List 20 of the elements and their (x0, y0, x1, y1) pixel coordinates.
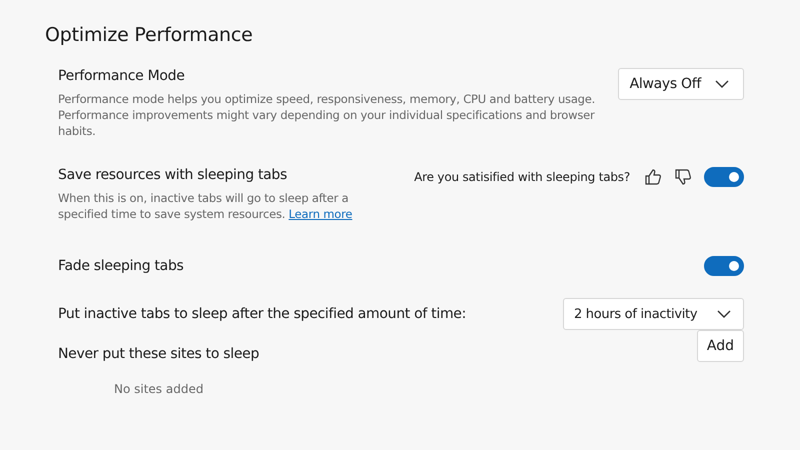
timeout-dropdown[interactable]: 2 hours of inactivity (563, 298, 744, 330)
chevron-down-icon (717, 310, 731, 318)
mode-dropdown[interactable]: Always Off (618, 68, 744, 100)
setting-label: Save resources with sleeping tabs (58, 167, 288, 183)
setting-label: Never put these sites to sleep (58, 346, 260, 362)
feedback-question: Are you satisified with sleeping tabs? (414, 170, 630, 184)
empty-list-message: No sites added (114, 382, 204, 396)
toggle-switch[interactable] (704, 167, 744, 187)
setting-label: Performance Mode (58, 68, 186, 84)
setting-description: Performance mode helps you optimize speed, responsiveness, memory, CPU and battery usage. Performance improvements might vary depending on your individual specifications and browser habits. (58, 91, 596, 139)
setting-description: When this is on, inactive tabs will go to sleep after a specified time to save system resources. Learn more (58, 190, 354, 222)
thumbs-up-icon[interactable] (644, 168, 662, 186)
add-button[interactable]: Add (696, 330, 744, 362)
thumbs-down-icon[interactable] (674, 168, 692, 186)
page-title: Optimize Performance (45, 24, 254, 46)
learn-more-link[interactable]: Learn more (288, 207, 352, 221)
setting-label: Put inactive tabs to sleep after the specified amount of time: (58, 306, 466, 322)
setting-label: Fade sleeping tabs (58, 258, 184, 274)
chevron-down-icon (715, 80, 729, 88)
toggle-switch[interactable] (704, 256, 744, 276)
